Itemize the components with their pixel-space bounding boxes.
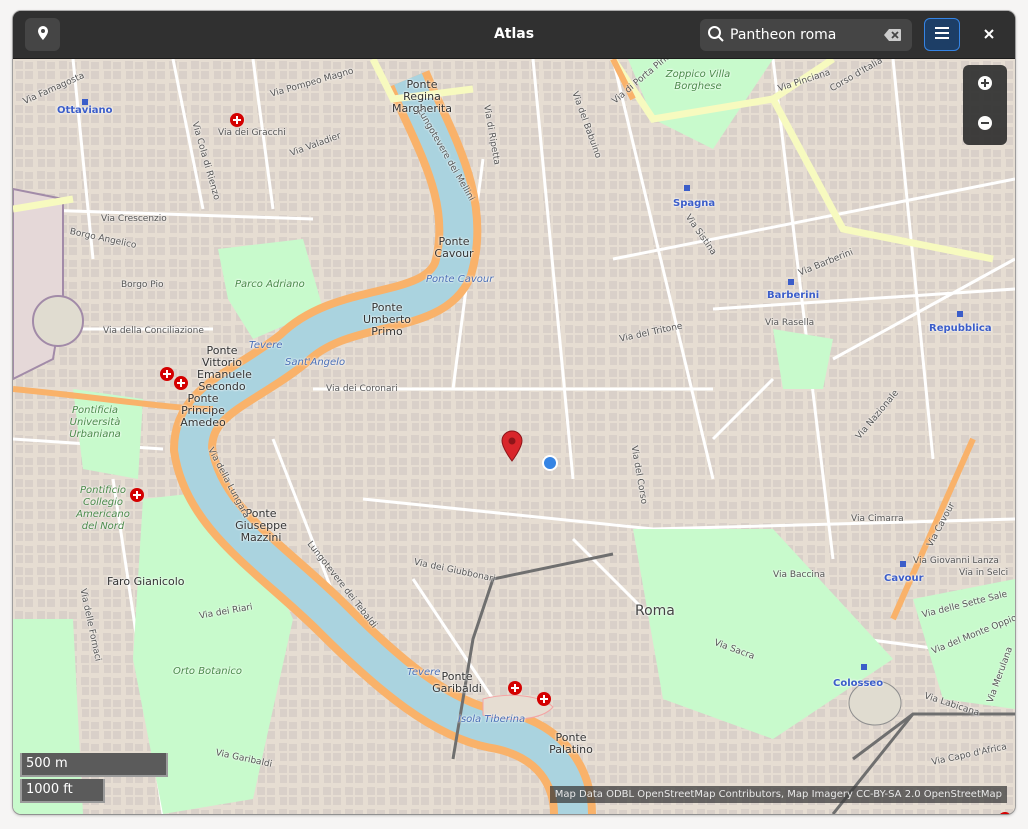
app-window: Atlas Pantheon roma Ottaviano Spagna Bar… [13,11,1015,814]
label-ponte-palatino: Ponte Palatino [549,731,593,756]
label-spagna: Spagna [673,198,716,209]
label-ponte-umberto: Ponte Umberto Primo [362,301,412,338]
hamburger-menu-icon [934,25,950,44]
search-result-marker-icon[interactable] [501,430,523,466]
label-ponte-cavour-stop: Ponte Cavour [426,274,494,285]
label-ponte-garibaldi: Ponte Garibaldi [432,670,482,695]
clear-text-icon[interactable] [884,27,902,46]
scale-bar-imperial: 1000 ft [20,779,105,803]
header-bar: Atlas [13,11,1015,59]
label-via-lanza: Via Giovanni Lanza [913,556,999,566]
current-location-icon [541,454,559,476]
label-colosseo: Colosseo [833,678,884,689]
label-faro-gianicolo: Faro Gianicolo [107,575,185,588]
close-icon [983,25,995,44]
search-icon [707,25,725,47]
label-via-rasella: Via Rasella [765,318,815,328]
label-orto-botanico: Orto Botanico [173,666,242,677]
map-attribution: Map Data ODBL OpenStreetMap Contributors… [549,786,1007,803]
label-ottaviano: Ottaviano [57,105,113,116]
search-entry[interactable] [700,19,912,51]
label-barberini: Barberini [767,290,820,301]
label-via-gracchi: Via dei Gracchi [218,128,286,138]
search-input[interactable] [730,23,880,47]
label-via-coronari: Via dei Coronari [326,384,398,394]
label-via-crescenzio: Via Crescenzio [101,214,167,224]
label-ponte-amedeo: Ponte Principe Amedeo [180,392,226,429]
label-cavour-metro: Cavour [884,573,924,584]
label-roma: Roma [635,603,675,619]
scale-bar-metric: 500 m [20,753,168,777]
label-ponte-cavour: Ponte Cavour [434,235,474,260]
zoom-out-button[interactable] [971,111,999,139]
label-ponte-vittorio: Ponte Vittorio Emanuele Secondo [197,344,252,393]
label-villa-borghese: Zoppico Villa Borghese [665,69,731,92]
zoom-controls [963,65,1007,145]
label-via-in-selci: Via in Selci [959,568,1009,578]
plus-icon [977,75,993,95]
zoom-in-button[interactable] [971,71,999,99]
close-button[interactable] [972,18,1006,51]
label-isola-tiberina: Isola Tiberina [458,714,526,725]
map-view[interactable]: Ottaviano Spagna Barberini Repubblica Ca… [13,59,1015,814]
label-pontificio: Pontificio Collegio Americano del Nord [76,485,130,532]
map-marker-icon [36,25,50,45]
minus-icon [977,115,993,135]
label-borgo-pio: Borgo Pio [121,280,164,290]
label-tevere-1: Tevere [249,340,283,351]
label-via-baccina: Via Baccina [773,570,826,580]
label-pontificia: Pontificia Università Urbaniana [69,405,121,440]
label-parco-adriano: Parco Adriano [235,279,305,290]
label-repubblica: Repubblica [929,323,992,334]
location-button[interactable] [25,18,60,51]
label-via-cimarra: Via Cimarra [851,514,904,524]
label-sant-angelo: Sant'Angelo [285,357,346,368]
label-via-conciliazione: Via della Conciliazione [103,326,204,336]
main-menu-button[interactable] [924,18,960,51]
